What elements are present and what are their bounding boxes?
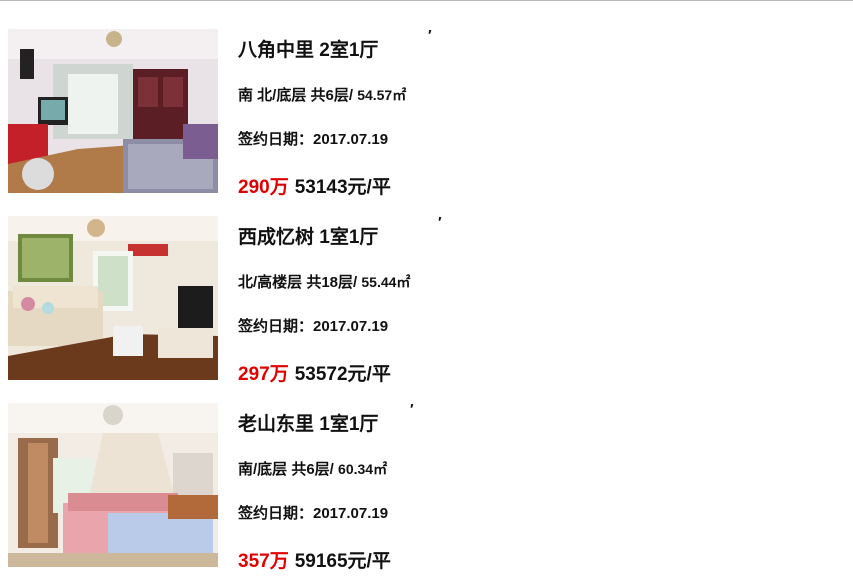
title-mark: ′ [428, 27, 432, 44]
deal-date: 签约日期：2017.07.19 [238, 318, 389, 335]
total-price: 290万 [238, 177, 289, 198]
orientation-floor: 北/高楼层 共18层/ [238, 274, 358, 291]
listing-area: 54.57㎡ [357, 87, 407, 103]
listing-area: 55.44㎡ [361, 274, 411, 290]
total-price: 357万 [238, 551, 289, 572]
bedroom-photo[interactable] [8, 403, 218, 567]
price-line: 290万 53143元/平 [238, 172, 391, 199]
listing-meta: 北/高楼层 共18层/ 55.44㎡ [238, 271, 410, 292]
listing-meta: 南/底层 共6层/ 60.34㎡ [238, 458, 387, 479]
deal-date: 签约日期：2017.07.19 [238, 505, 389, 522]
title-mark: ′ [410, 401, 414, 418]
listing-meta: 南 北/底层 共6层/ 54.57㎡ [238, 84, 406, 105]
unit-price: 53143元/平 [294, 177, 391, 198]
listing-area: 60.34㎡ [338, 461, 388, 477]
listing-item[interactable]: 老山东里 1室1厅 ′ 南/底层 共6层/ 60.34㎡ 签约日期：2017.0… [8, 401, 848, 581]
price-line: 357万 59165元/平 [238, 546, 391, 573]
orientation-floor: 南/底层 共6层/ [238, 461, 334, 478]
living-room-photo[interactable] [8, 216, 218, 380]
unit-price: 59165元/平 [294, 551, 391, 572]
living-room-photo[interactable] [8, 29, 218, 193]
unit-price: 53572元/平 [294, 364, 391, 385]
listing-title[interactable]: 八角中里 2室1厅 [238, 35, 378, 62]
orientation-floor: 南 北/底层 共6层/ [238, 87, 354, 104]
listing-title[interactable]: 西成忆树 1室1厅 [238, 222, 378, 249]
total-price: 297万 [238, 364, 289, 385]
title-mark: ′ [438, 214, 442, 231]
listing-title[interactable]: 老山东里 1室1厅 [238, 409, 378, 436]
deal-date: 签约日期：2017.07.19 [238, 131, 389, 148]
listing-item[interactable]: 西成忆树 1室1厅 ′ 北/高楼层 共18层/ 55.44㎡ 签约日期：2017… [8, 214, 848, 394]
listing-item[interactable]: 八角中里 2室1厅 ′ 南 北/底层 共6层/ 54.57㎡ 签约日期：2017… [8, 27, 848, 207]
price-line: 297万 53572元/平 [238, 359, 391, 386]
top-divider [0, 0, 853, 1]
